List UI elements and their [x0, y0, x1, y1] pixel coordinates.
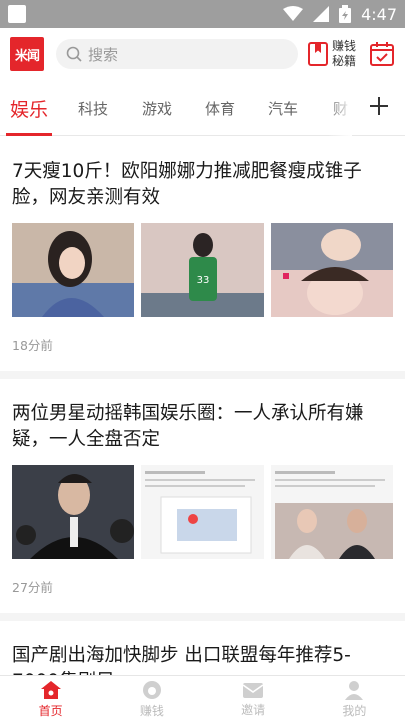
article-thumbnail[interactable]	[141, 465, 264, 559]
invite-icon	[242, 683, 264, 698]
home-icon	[40, 681, 61, 699]
category-tabs: 娱乐 科技 游戏 体育 汽车 财	[0, 79, 405, 136]
tab-sports[interactable]: 体育	[205, 98, 235, 119]
svg-text:33: 33	[197, 275, 210, 286]
article-thumbnail[interactable]	[12, 223, 135, 317]
top-bar: 米闻 搜索 赚钱 秘籍	[0, 28, 405, 80]
tab-tech[interactable]: 科技	[78, 98, 108, 119]
nav-earn[interactable]: 赚钱	[101, 676, 202, 723]
search-input[interactable]: 搜索	[56, 39, 298, 69]
nav-home-label: 首页	[38, 704, 63, 718]
wifi-icon	[283, 6, 304, 21]
nav-home[interactable]: 首页	[0, 676, 101, 723]
add-channel-button[interactable]	[369, 92, 389, 122]
list-item[interactable]: 7天瘦10斤！欧阳娜娜力推减肥餐瘦成锥子脸，网友亲测有效 33 18分前	[0, 137, 405, 379]
article-thumbnail[interactable]	[270, 465, 393, 559]
status-bar: 4:47	[0, 0, 405, 28]
calendar-check-icon[interactable]	[370, 42, 395, 66]
article-title[interactable]: 7天瘦10斤！欧阳娜娜力推减肥餐瘦成锥子脸，网友亲测有效	[12, 137, 393, 211]
nav-profile[interactable]: 我的	[304, 676, 405, 723]
tab-games[interactable]: 游戏	[142, 98, 172, 119]
earn-label-line1: 赚钱	[332, 39, 357, 53]
plus-icon	[370, 97, 388, 115]
status-time: 4:47	[361, 4, 397, 24]
battery-icon	[339, 5, 352, 23]
signal-icon	[313, 6, 330, 22]
tab-auto[interactable]: 汽车	[268, 98, 298, 119]
earn-tips-button[interactable]: 赚钱 秘籍	[308, 39, 356, 69]
earn-label-line2: 秘籍	[332, 54, 357, 68]
profile-icon	[345, 681, 364, 700]
article-thumbnail[interactable]	[270, 223, 393, 317]
article-thumbnail[interactable]: 33	[141, 223, 264, 317]
article-time: 27分前	[12, 580, 53, 595]
search-icon	[66, 46, 82, 62]
coin-icon	[142, 681, 161, 699]
nav-profile-label: 我的	[342, 704, 367, 718]
article-thumbnail[interactable]	[12, 465, 135, 559]
tab-entertainment[interactable]: 娱乐	[5, 95, 53, 136]
nav-earn-label: 赚钱	[139, 704, 164, 718]
nav-invite-label: 邀请	[241, 703, 266, 717]
news-feed: 7天瘦10斤！欧阳娜娜力推减肥餐瘦成锥子脸，网友亲测有效 33 18分前 两位男…	[0, 137, 405, 695]
search-placeholder: 搜索	[88, 45, 119, 64]
app-logo[interactable]: 米闻	[10, 37, 44, 71]
article-title[interactable]: 两位男星动摇韩国娱乐圈：一人承认所有嫌疑，一人全盘否定	[12, 379, 393, 453]
article-time: 18分前	[12, 338, 53, 353]
bottom-nav: 首页 赚钱 邀请 我的	[0, 675, 405, 723]
app-notification-icon	[8, 5, 26, 23]
list-item[interactable]: 两位男星动摇韩国娱乐圈：一人承认所有嫌疑，一人全盘否定 27分前	[0, 379, 405, 621]
nav-invite[interactable]: 邀请	[203, 676, 304, 723]
bookmark-icon	[308, 42, 328, 66]
